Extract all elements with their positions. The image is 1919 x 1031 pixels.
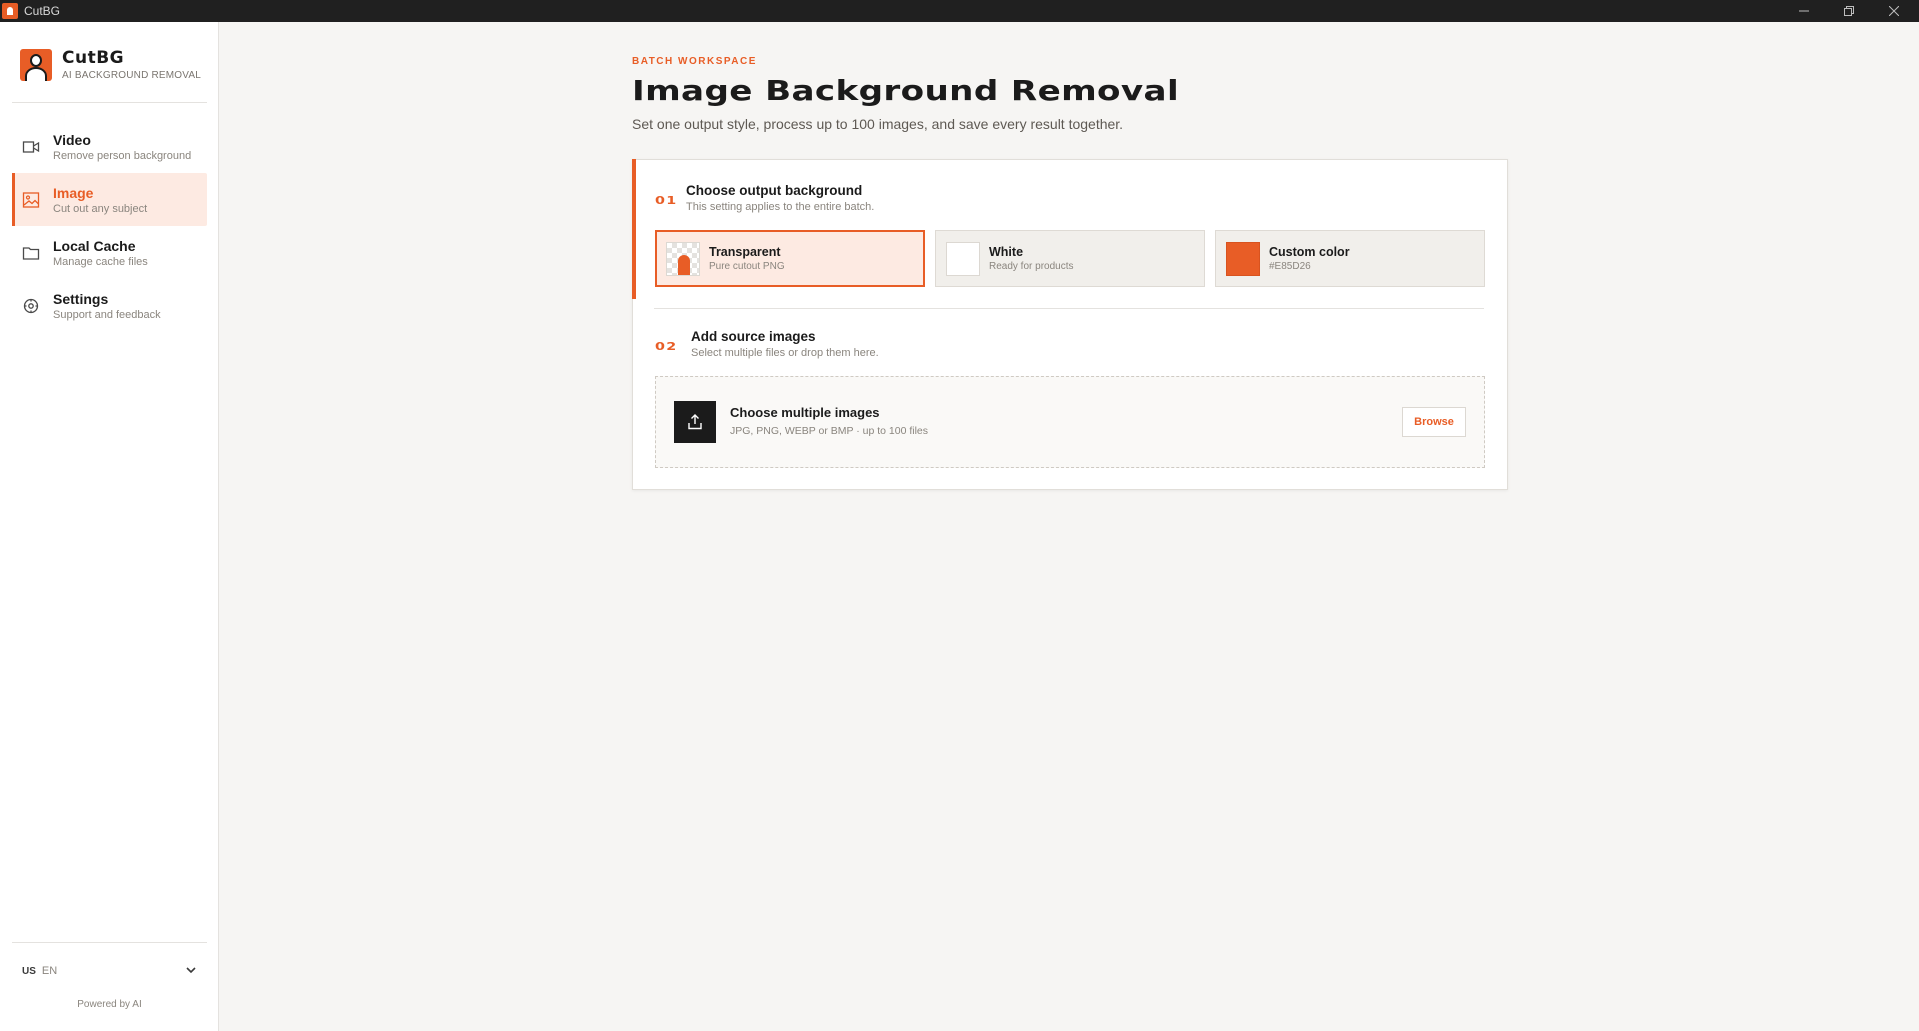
sidebar-item-label: Video — [53, 131, 91, 148]
card-accent-bar — [632, 159, 636, 299]
sidebar-nav: Video Remove person background Image Cut… — [12, 120, 207, 332]
sidebar-item-sub: Remove person background — [53, 149, 192, 162]
step-title: Add source images — [691, 329, 816, 344]
option-label: White — [989, 245, 1024, 259]
sidebar-item-settings[interactable]: Settings Support and feedback — [12, 279, 207, 332]
sidebar-item-local-cache[interactable]: Local Cache Manage cache files — [12, 226, 207, 279]
powered-by: Powered by AI — [77, 999, 142, 1010]
sidebar-item-label: Local Cache — [53, 237, 136, 254]
app-icon — [2, 3, 18, 19]
video-icon — [22, 138, 40, 156]
sidebar-item-video[interactable]: Video Remove person background — [12, 120, 207, 173]
option-sub: #E85D26 — [1269, 261, 1311, 272]
sidebar-item-image[interactable]: Image Cut out any subject — [12, 173, 207, 226]
option-label: Transparent — [709, 245, 781, 259]
folder-icon — [22, 244, 40, 262]
sidebar-item-sub: Support and feedback — [53, 308, 161, 321]
page-kicker: BATCH WORKSPACE — [632, 56, 757, 67]
brand-name: CutBG — [62, 48, 125, 68]
image-icon — [22, 191, 40, 209]
card-divider — [654, 308, 1484, 309]
step-subtitle: This setting applies to the entire batch… — [686, 201, 875, 213]
option-label: Custom color — [1269, 245, 1350, 259]
language-code: US — [22, 965, 36, 977]
page-subtitle: Set one output style, process up to 100 … — [632, 116, 1124, 132]
settings-icon — [22, 297, 40, 315]
sidebar-item-sub: Cut out any subject — [53, 202, 148, 215]
sidebar-item-label: Image — [53, 184, 94, 201]
brand-logo-icon — [20, 49, 52, 81]
browse-button[interactable]: Browse — [1402, 407, 1466, 437]
minimize-icon[interactable] — [1781, 0, 1826, 22]
close-icon[interactable] — [1871, 0, 1916, 22]
option-sub: Pure cutout PNG — [709, 261, 785, 272]
title-bar: CutBG — [0, 0, 1919, 22]
upload-icon — [674, 401, 716, 443]
option-sub: Ready for products — [989, 261, 1074, 272]
brand-subtitle: AI BACKGROUND REMOVAL — [62, 70, 202, 81]
sidebar: CutBG AI BACKGROUND REMOVAL Video Remove… — [0, 22, 219, 1031]
restore-icon[interactable] — [1826, 0, 1871, 22]
sidebar-item-sub: Manage cache files — [53, 255, 148, 268]
step-number: 02 — [655, 340, 678, 353]
dropzone-title: Choose multiple images — [730, 405, 880, 420]
option-transparent[interactable]: Transparent Pure cutout PNG — [655, 230, 925, 287]
sidebar-item-label: Settings — [53, 290, 109, 307]
image-dropzone[interactable]: Choose multiple images JPG, PNG, WEBP or… — [655, 376, 1485, 468]
language-selector[interactable]: US EN — [22, 965, 198, 977]
step-number: 01 — [655, 194, 678, 207]
custom-color-swatch-icon — [1226, 241, 1260, 276]
window-title: CutBG — [24, 4, 61, 18]
dropzone-subtitle: JPG, PNG, WEBP or BMP · up to 100 files — [730, 425, 929, 437]
option-custom-color[interactable]: Custom color #E85D26 — [1215, 230, 1485, 287]
sidebar-divider — [12, 942, 207, 943]
option-white[interactable]: White Ready for products — [935, 230, 1205, 287]
transparent-swatch-icon — [666, 241, 700, 276]
white-swatch-icon — [946, 241, 980, 276]
batch-card: 01 Choose output background This setting… — [632, 159, 1508, 490]
brand: CutBG AI BACKGROUND REMOVAL — [20, 49, 201, 81]
language-name: EN — [41, 965, 58, 977]
step-subtitle: Select multiple files or drop them here. — [691, 347, 879, 359]
sidebar-divider — [12, 102, 207, 103]
step-title: Choose output background — [686, 183, 863, 198]
chevron-down-icon — [186, 967, 196, 974]
page-title: Image Background Removal — [632, 74, 1180, 107]
